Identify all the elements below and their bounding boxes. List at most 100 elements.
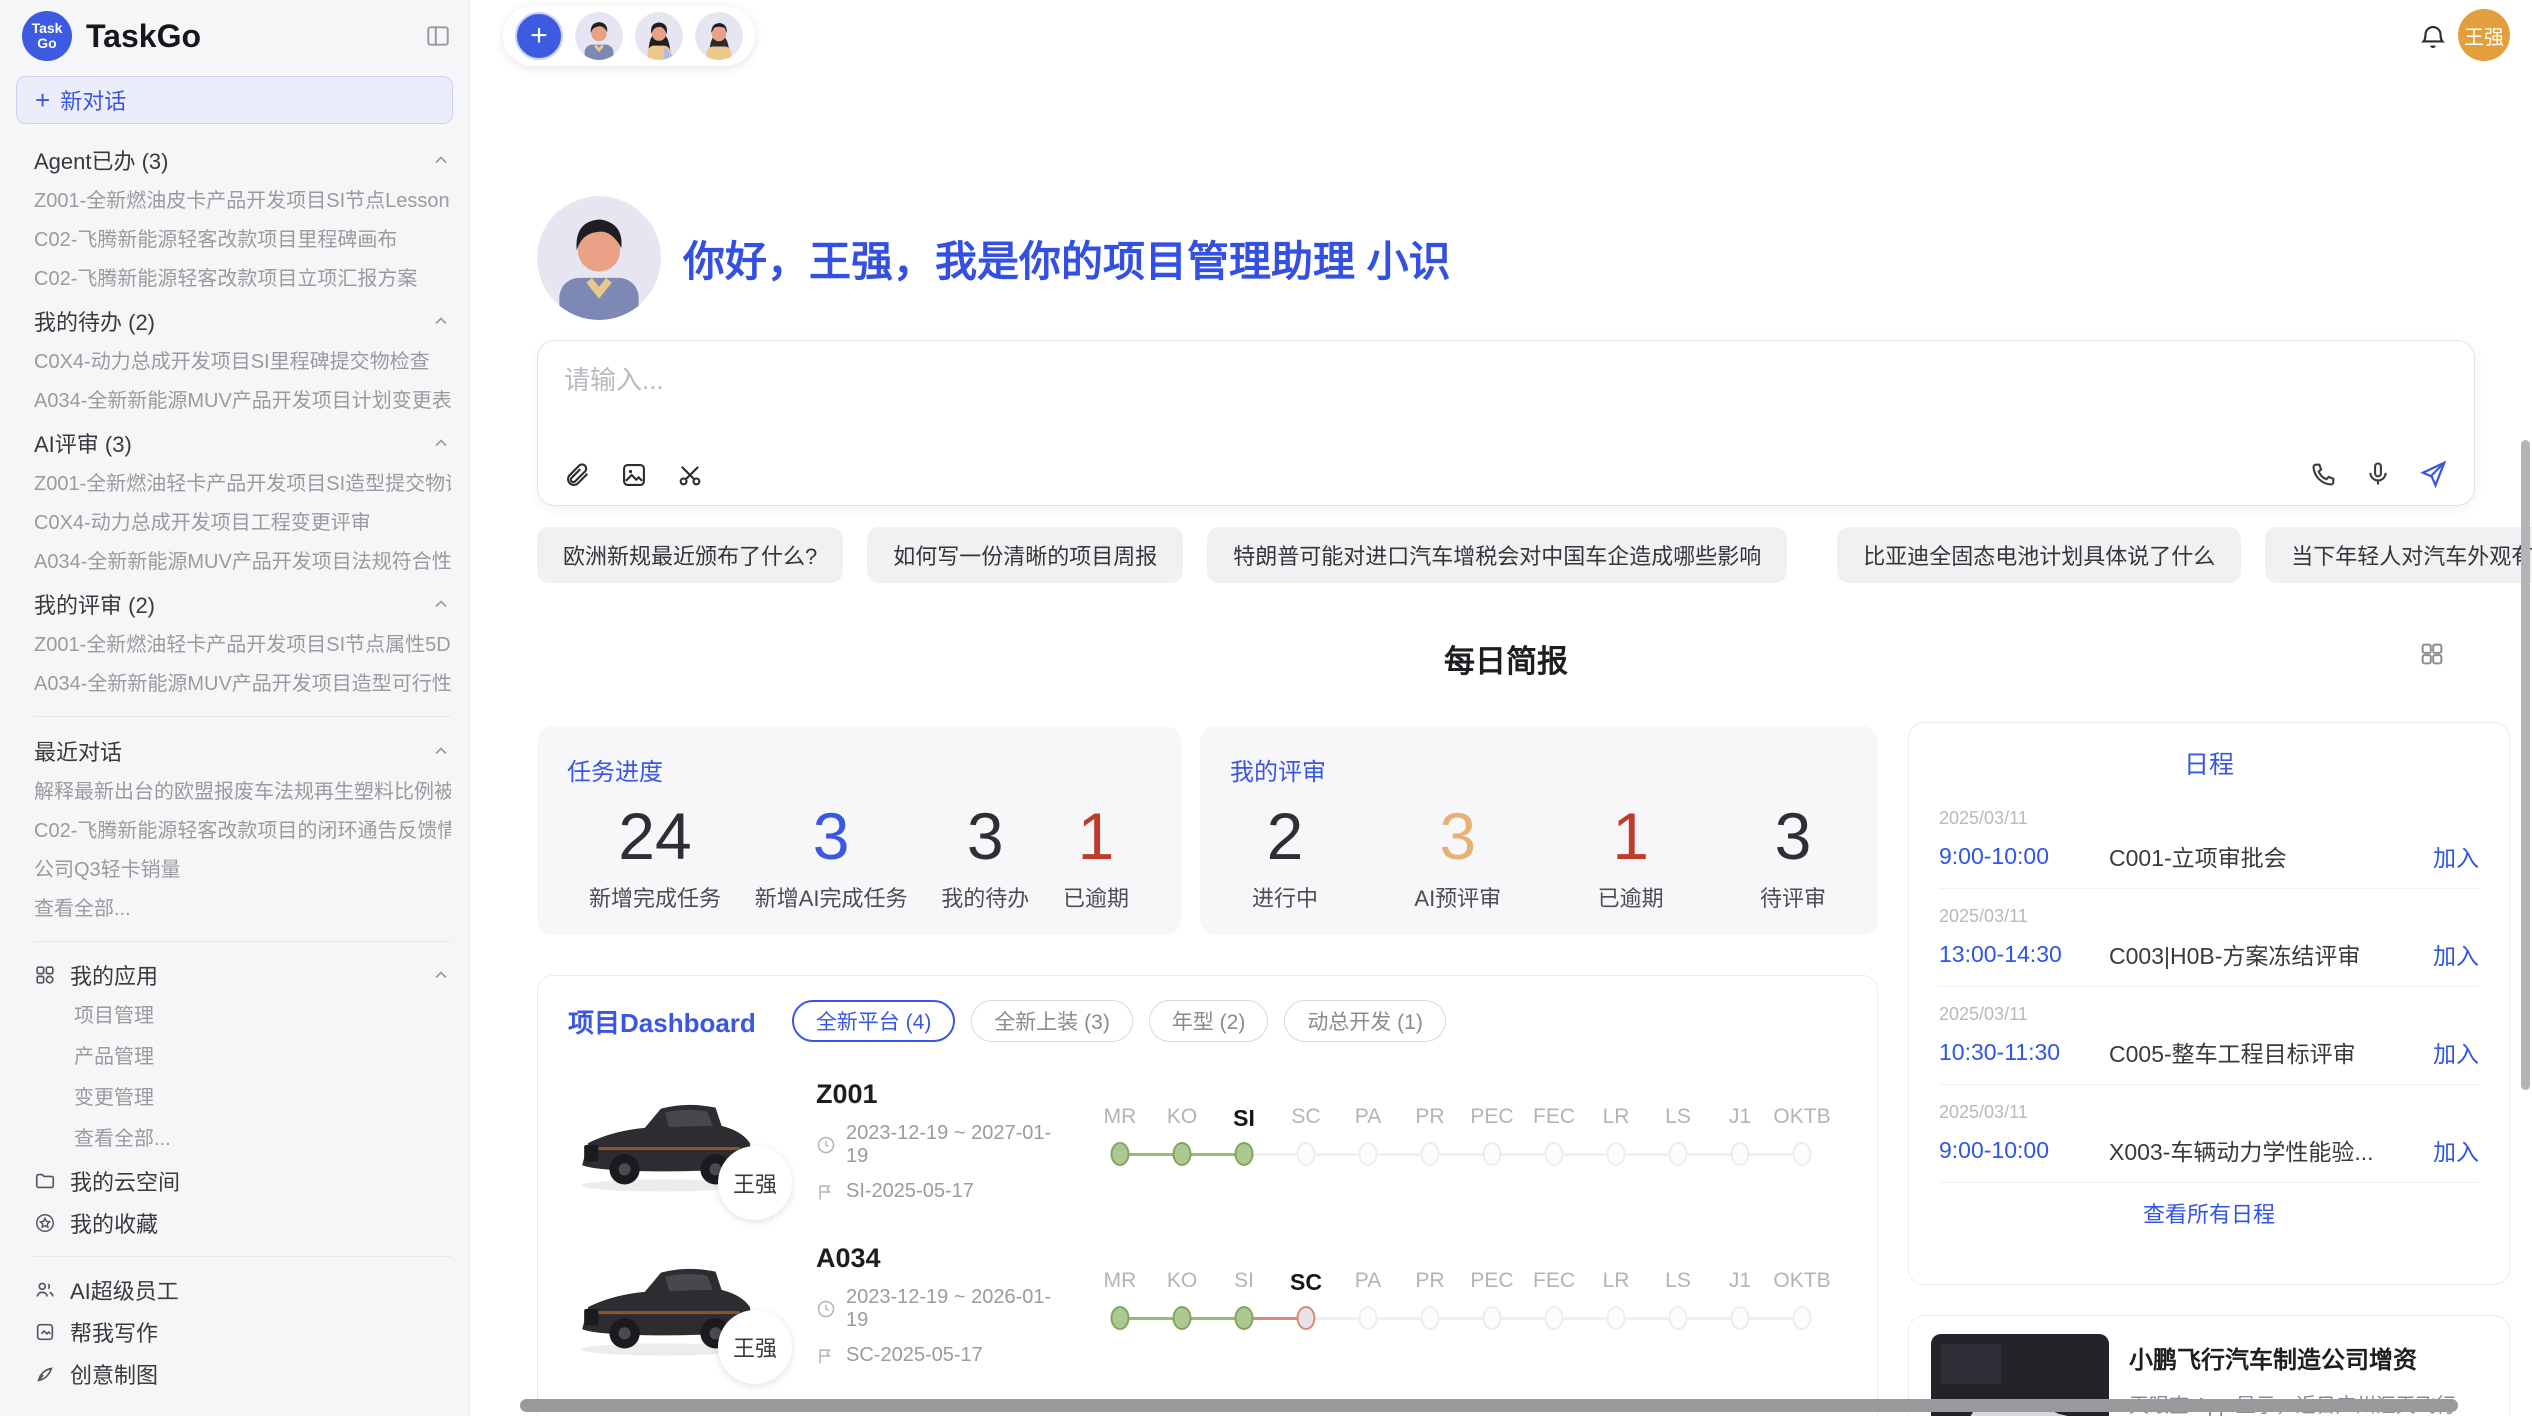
project-code: A034 bbox=[816, 1243, 1066, 1274]
agent-avatar-1[interactable] bbox=[575, 12, 623, 60]
tool-help-me-write[interactable]: 帮我写作 bbox=[34, 1311, 451, 1353]
horizontal-scrollbar[interactable] bbox=[520, 1399, 2458, 1412]
app-item-change-mgmt[interactable]: 变更管理 bbox=[34, 1078, 451, 1119]
sidebar-item[interactable]: Z001-全新燃油皮卡产品开发项目SI节点Lesson Learn报告 bbox=[34, 182, 451, 221]
image-note-icon bbox=[34, 1321, 56, 1343]
vertical-scrollbar[interactable] bbox=[2521, 440, 2530, 1090]
section-recent-chats[interactable]: 最近对话 bbox=[34, 729, 451, 773]
my-cloud-space[interactable]: 我的云空间 bbox=[34, 1160, 451, 1202]
divider bbox=[34, 941, 451, 942]
taskgo-app: Task Go TaskGo + 新对话 Agent已办 (3) Z001- bbox=[0, 0, 2532, 1416]
join-link[interactable]: 加入 bbox=[2433, 1133, 2479, 1167]
join-link[interactable]: 加入 bbox=[2433, 839, 2479, 873]
assistant-avatar bbox=[537, 196, 661, 320]
stat-overdue: 1 已逾期 bbox=[1063, 793, 1129, 913]
my-favorites[interactable]: 我的收藏 bbox=[34, 1202, 451, 1244]
section-title: 我的评审 (2) bbox=[34, 588, 155, 620]
project-row[interactable]: 王强 A034 2023-12-19 ~ 2026-01-19 SC-2025-… bbox=[568, 1240, 1847, 1370]
recent-chats-view-all[interactable]: 查看全部... bbox=[34, 890, 451, 929]
filter-new-platform[interactable]: 全新平台 (4) bbox=[792, 1000, 956, 1042]
app-logo: Task Go bbox=[22, 11, 72, 61]
recent-chat-item[interactable]: C02-飞腾新能源轻客改款项目的闭环通告反馈情况 bbox=[34, 812, 451, 851]
clock-icon bbox=[816, 1299, 836, 1319]
sidebar-item[interactable]: C02-飞腾新能源轻客改款项目立项汇报方案 bbox=[34, 260, 451, 299]
people-icon bbox=[34, 1279, 56, 1301]
schedule-item: 2025/03/11 13:00-14:30 C003|H0B-方案冻结评审 加… bbox=[1939, 889, 2479, 987]
collapse-sidebar-icon[interactable] bbox=[425, 23, 451, 49]
user-avatar[interactable]: 王强 bbox=[2458, 9, 2510, 61]
schedule-title: 日程 bbox=[1939, 745, 2479, 781]
sidebar-item[interactable]: C0X4-动力总成开发项目SI里程碑提交物检查 bbox=[34, 343, 451, 382]
section-my-todo[interactable]: 我的待办 (2) bbox=[34, 299, 451, 343]
schedule-time: 9:00-10:00 bbox=[1939, 1137, 2109, 1164]
stat-pending-review: 3 待评审 bbox=[1760, 793, 1826, 913]
suggestion-chip[interactable]: 特朗普可能对进口汽车增税会对中国车企造成哪些影响 bbox=[1207, 527, 1787, 583]
sidebar-item[interactable]: A034-全新新能源MUV产品开发项目造型可行性评审 bbox=[34, 665, 451, 704]
view-all-schedule-link[interactable]: 查看所有日程 bbox=[1939, 1197, 2479, 1229]
chat-avatars-pill: + bbox=[503, 6, 755, 66]
my-apps[interactable]: 我的应用 bbox=[34, 954, 451, 996]
new-chat-button[interactable]: + 新对话 bbox=[16, 76, 453, 124]
schedule-date: 2025/03/11 bbox=[1939, 1004, 2479, 1025]
schedule-card: 日程 2025/03/11 9:00-10:00 C001-立项审批会 加入 2… bbox=[1908, 722, 2510, 1285]
layout-grid-icon[interactable] bbox=[2418, 640, 2446, 668]
recent-chat-item[interactable]: 解释最新出台的欧盟报废车法规再生塑料比例被调至15%... bbox=[34, 773, 451, 812]
attachment-icon[interactable] bbox=[564, 461, 592, 489]
sidebar-item[interactable]: C0X4-动力总成开发项目工程变更评审 bbox=[34, 504, 451, 543]
suggestion-chips: 欧洲新规最近颁布了什么? 如何写一份清晰的项目周报 特朗普可能对进口汽车增税会对… bbox=[537, 527, 2475, 583]
tool-creative-drawing[interactable]: 创意制图 bbox=[34, 1353, 451, 1395]
join-link[interactable]: 加入 bbox=[2433, 937, 2479, 971]
sidebar-item[interactable]: C02-飞腾新能源轻客改款项目里程碑画布 bbox=[34, 221, 451, 260]
section-my-review[interactable]: 我的评审 (2) bbox=[34, 582, 451, 626]
sidebar-header: Task Go TaskGo bbox=[0, 0, 469, 72]
chevron-up-icon bbox=[431, 311, 451, 331]
composer-right-tools bbox=[2310, 459, 2448, 489]
filter-new-body[interactable]: 全新上装 (3) bbox=[971, 1000, 1133, 1042]
apps-view-all[interactable]: 查看全部... bbox=[34, 1119, 451, 1160]
card-title: 我的评审 bbox=[1230, 752, 1848, 787]
app-item-project-mgmt[interactable]: 项目管理 bbox=[34, 996, 451, 1037]
suggestion-chip[interactable]: 比亚迪全固态电池计划具体说了什么 bbox=[1837, 527, 2241, 583]
stat-new-done: 24 新增完成任务 bbox=[589, 793, 721, 913]
tool-ai-super-staff[interactable]: AI超级员工 bbox=[34, 1269, 451, 1311]
scissors-icon[interactable] bbox=[676, 461, 704, 489]
user-name-badge: 王强 bbox=[2464, 21, 2504, 50]
sidebar-item[interactable]: Z001-全新燃油轻卡产品开发项目SI造型提交物评审 bbox=[34, 465, 451, 504]
sidebar-item[interactable]: A034-全新新能源MUV产品开发项目计划变更表编写 bbox=[34, 382, 451, 421]
dashboard-filters: 全新平台 (4) 全新上装 (3) 年型 (2) 动总开发 (1) bbox=[792, 1000, 1446, 1042]
greeting-block: 你好，王强，我是你的项目管理助理 小识 bbox=[537, 196, 1451, 320]
agent-avatar-2[interactable] bbox=[635, 12, 683, 60]
stat-ai-pre-review: 3 AI预评审 bbox=[1414, 793, 1501, 913]
section-agent-done[interactable]: Agent已办 (3) bbox=[34, 138, 451, 182]
milestone-track: MRKO SI SC PAPR PECFEC LRLS J1OKTB bbox=[1089, 1269, 1841, 1342]
add-agent-button[interactable]: + bbox=[515, 12, 563, 60]
logo-line1: Task bbox=[32, 21, 63, 36]
project-current-milestone-date: SC-2025-05-17 bbox=[846, 1344, 983, 1367]
suggestion-chip[interactable]: 如何写一份清晰的项目周报 bbox=[867, 527, 1183, 583]
image-icon[interactable] bbox=[620, 461, 648, 489]
app-item-product-mgmt[interactable]: 产品管理 bbox=[34, 1037, 451, 1078]
project-row[interactable]: 王强 Z001 2023-12-19 ~ 2027-01-19 SI-2025-… bbox=[568, 1076, 1847, 1206]
recent-chat-item[interactable]: 公司Q3轻卡销量 bbox=[34, 851, 451, 890]
section-ai-review[interactable]: AI评审 (3) bbox=[34, 421, 451, 465]
microphone-icon[interactable] bbox=[2364, 460, 2392, 488]
phone-icon[interactable] bbox=[2310, 460, 2338, 488]
join-link[interactable]: 加入 bbox=[2433, 1035, 2479, 1069]
schedule-time: 10:30-11:30 bbox=[1939, 1039, 2109, 1066]
sidebar: Task Go TaskGo + 新对话 Agent已办 (3) Z001- bbox=[0, 0, 470, 1416]
stat-my-todo: 3 我的待办 bbox=[941, 793, 1029, 913]
daily-briefing-title: 每日简报 bbox=[537, 636, 2475, 681]
notifications-bell-icon[interactable] bbox=[2418, 22, 2448, 52]
send-icon[interactable] bbox=[2418, 459, 2448, 489]
suggestion-chip[interactable]: 欧洲新规最近颁布了什么? bbox=[537, 527, 843, 583]
chat-input[interactable] bbox=[564, 365, 2448, 396]
my-apps-label: 我的应用 bbox=[70, 959, 158, 991]
schedule-date: 2025/03/11 bbox=[1939, 906, 2479, 927]
sidebar-item[interactable]: Z001-全新燃油轻卡产品开发项目SI节点属性5D文件评审 bbox=[34, 626, 451, 665]
suggestion-chip[interactable]: 当下年轻人对汽车外观有怎样的喜好趋势 bbox=[2265, 527, 2532, 583]
sidebar-item[interactable]: A034-全新新能源MUV产品开发项目法规符合性评审 bbox=[34, 543, 451, 582]
filter-powertrain[interactable]: 动总开发 (1) bbox=[1284, 1000, 1446, 1042]
filter-model-year[interactable]: 年型 (2) bbox=[1149, 1000, 1269, 1042]
project-owner-badge: 王强 bbox=[718, 1146, 792, 1220]
agent-avatar-3[interactable] bbox=[695, 12, 743, 60]
